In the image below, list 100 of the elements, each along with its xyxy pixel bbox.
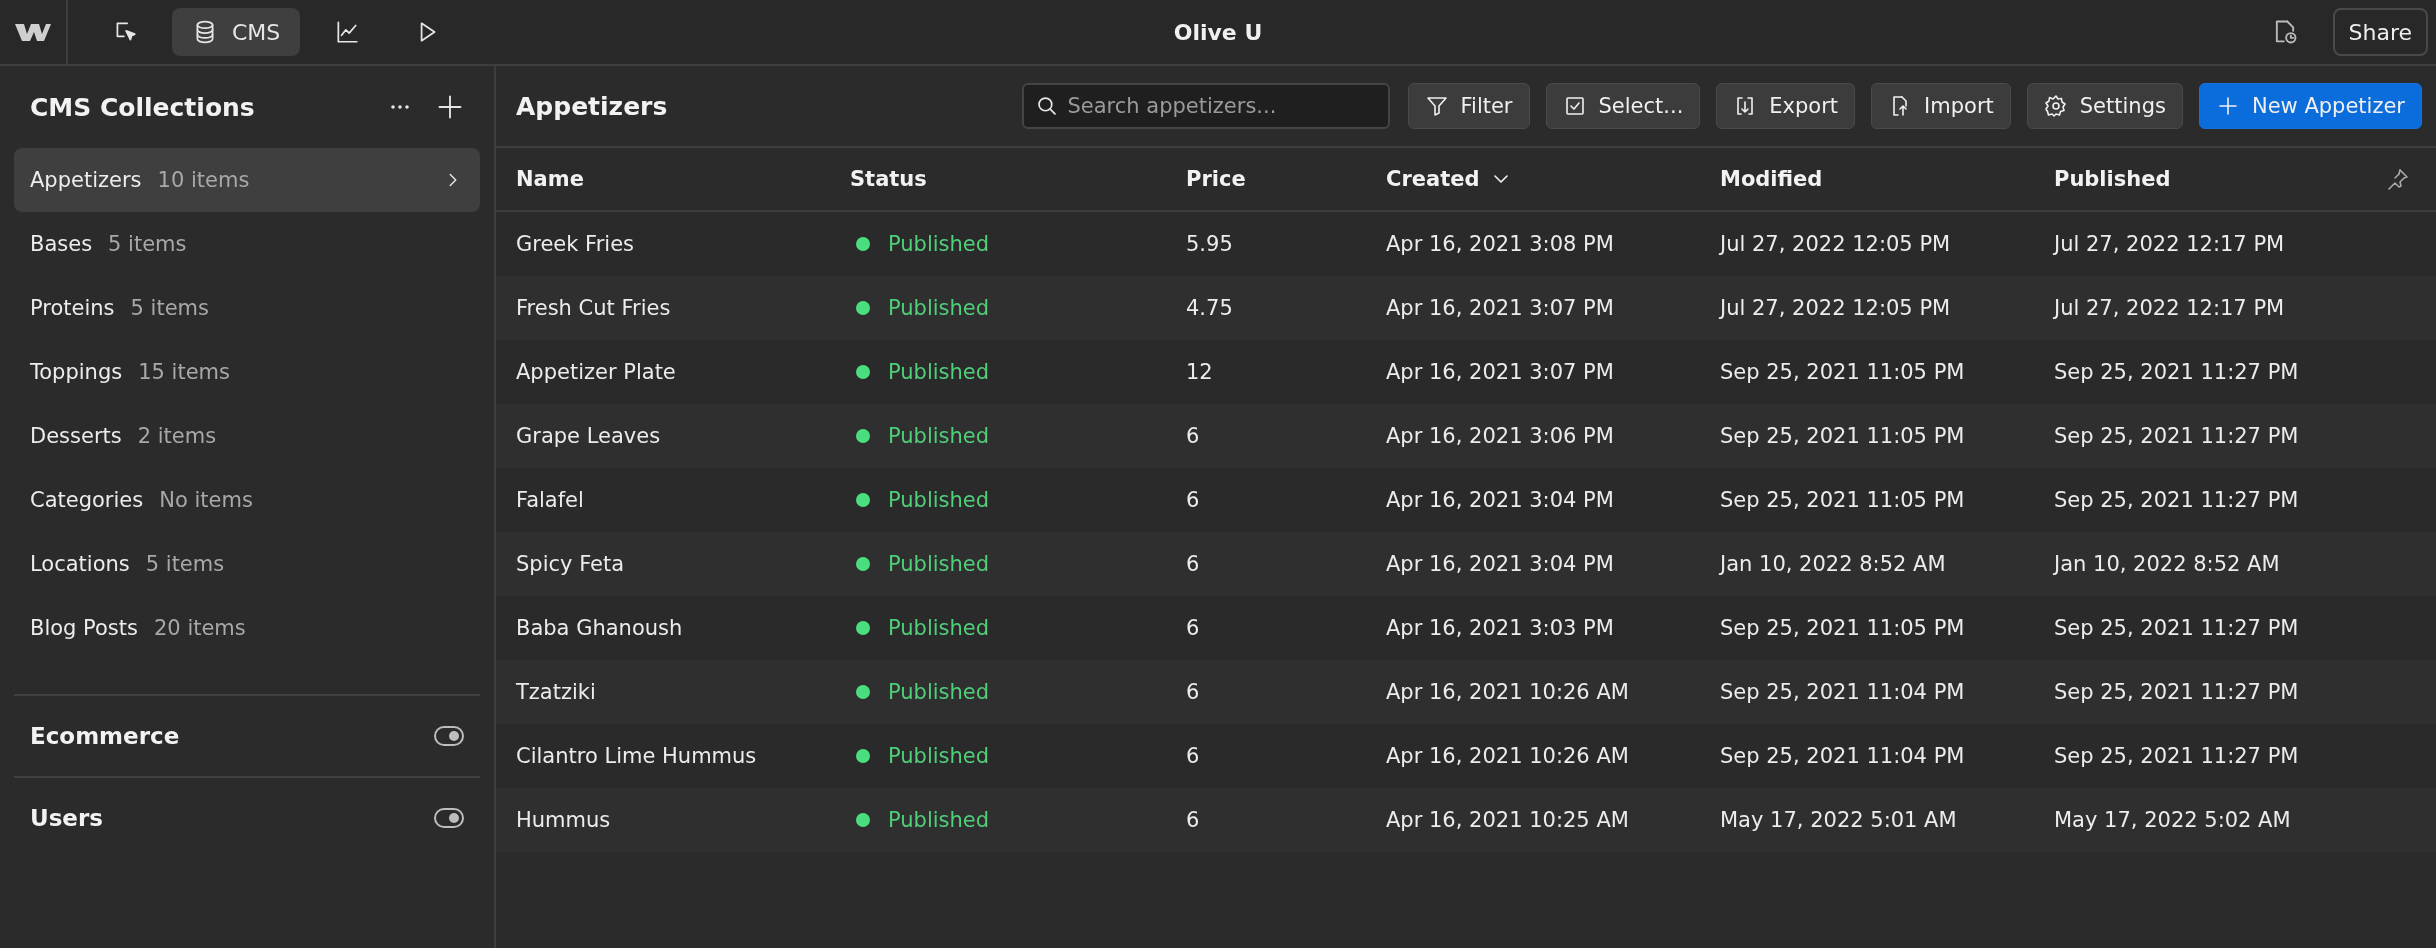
table-cell-text: Jan 10, 2022 8:52 AM: [2054, 552, 2281, 576]
column-header[interactable]: Status: [850, 167, 927, 191]
collection-item[interactable]: Proteins 5 items: [14, 276, 480, 340]
search-field[interactable]: Search appetizers...: [1021, 83, 1390, 129]
table-cell-text: Jul 27, 2022 12:05 PM: [1720, 296, 1952, 320]
table-cell-text: 6: [1186, 808, 1201, 832]
status-text: Published: [888, 808, 990, 832]
collection-item[interactable]: Categories No items: [14, 468, 480, 532]
collection-item[interactable]: Blog Posts 20 items: [14, 596, 480, 660]
table-cell-text: Jul 27, 2022 12:05 PM: [1720, 232, 1952, 256]
table-cell-text: Sep 25, 2021 11:04 PM: [1720, 680, 1966, 704]
select-button[interactable]: Select...: [1545, 83, 1701, 129]
table-cell-text: Sep 25, 2021 11:05 PM: [1720, 616, 1966, 640]
table-cell-text: 5.95: [1186, 232, 1234, 256]
table-cell-text: Apr 16, 2021 3:06 PM: [1386, 424, 1615, 448]
table-cell-text: May 17, 2022 5:01 AM: [1720, 808, 1958, 832]
collection-item[interactable]: Bases 5 items: [14, 212, 480, 276]
table-cell-text: 6: [1186, 680, 1201, 704]
section-title: Ecommerce: [30, 723, 180, 749]
status-text: Published: [888, 680, 990, 704]
table-cell-text: 6: [1186, 616, 1201, 640]
item-count: 5 items: [130, 296, 209, 320]
status-text: Published: [888, 744, 990, 768]
item-count: No items: [159, 488, 253, 512]
table-cell-text: Apr 16, 2021 3:08 PM: [1386, 232, 1615, 256]
table-cell-text: 6: [1186, 488, 1201, 512]
collection-item[interactable]: Appetizers 10 items: [14, 148, 480, 212]
collection-item[interactable]: Locations 5 items: [14, 532, 480, 596]
import-button[interactable]: Import: [1871, 83, 2011, 129]
share-button[interactable]: Share: [2332, 8, 2428, 56]
table-cell-text: Apr 16, 2021 10:26 AM: [1386, 680, 1630, 704]
table-cell-text: Hummus: [516, 808, 612, 832]
table-cell-text: Cilantro Lime Hummus: [516, 744, 758, 768]
status-text: Published: [888, 488, 990, 512]
new-item-button[interactable]: New Appetizer: [2198, 83, 2422, 129]
line-chart-icon: [334, 19, 361, 45]
pin-icon[interactable]: [2386, 167, 2410, 191]
column-header[interactable]: Published: [2054, 167, 2171, 191]
table-cell-text: Greek Fries: [516, 232, 635, 256]
collection-item[interactable]: Toppings 15 items: [14, 340, 480, 404]
table-cell-text: 12: [1186, 360, 1214, 384]
item-count: 10 items: [157, 168, 250, 192]
item-count: 5 items: [108, 232, 187, 256]
item-count: 2 items: [137, 424, 217, 448]
table-cell-text: Sep 25, 2021 11:27 PM: [2054, 680, 2300, 704]
logo-icon[interactable]: [15, 21, 51, 43]
table-cell-text: Apr 16, 2021 10:26 AM: [1386, 744, 1630, 768]
table-cell-text: 6: [1186, 744, 1201, 768]
table-cell-text: Jul 27, 2022 12:17 PM: [2054, 296, 2286, 320]
table-cell-text: Sep 25, 2021 11:04 PM: [1720, 744, 1966, 768]
status-text: Published: [888, 424, 990, 448]
table-cell-text: Sep 25, 2021 11:27 PM: [2054, 360, 2300, 384]
table-cell-text: Sep 25, 2021 11:27 PM: [2054, 424, 2300, 448]
search-icon: [1037, 97, 1056, 115]
table-cell-text: Apr 16, 2021 3:04 PM: [1386, 552, 1615, 576]
project-title: Olive U: [1173, 19, 1263, 45]
collection-name: Appetizers: [30, 168, 142, 192]
table-cell-text: Apr 16, 2021 3:03 PM: [1386, 616, 1615, 640]
column-header[interactable]: Modified: [1720, 167, 1823, 191]
table-cell-text: Sep 25, 2021 11:05 PM: [1720, 424, 1966, 448]
status-text: Published: [888, 360, 990, 384]
sidebar-title: CMS Collections: [30, 92, 255, 122]
table-cell-text: Apr 16, 2021 3:07 PM: [1386, 296, 1615, 320]
sort-chevron-icon: [1493, 175, 1508, 183]
table-cell-text: Sep 25, 2021 11:05 PM: [1720, 360, 1966, 384]
table-cell-text: 6: [1186, 552, 1201, 576]
collection-name: Blog Posts: [30, 616, 138, 640]
collection-item[interactable]: Desserts 2 items: [14, 404, 480, 468]
table-cell-text: Jul 27, 2022 12:17 PM: [2054, 232, 2286, 256]
table-cell-text: Jan 10, 2022 8:52 AM: [1720, 552, 1947, 576]
settings-icon: [2043, 94, 2068, 118]
item-count: 15 items: [138, 360, 230, 384]
table-cell-text: 6: [1186, 424, 1201, 448]
table-cell-text: 4.75: [1186, 296, 1234, 320]
column-header[interactable]: Created: [1386, 167, 1480, 191]
export-button[interactable]: Export: [1716, 83, 1856, 129]
item-count: 20 items: [154, 616, 246, 640]
table-cell-text: Baba Ghanoush: [516, 616, 684, 640]
table-cell-text: Sep 25, 2021 11:27 PM: [2054, 744, 2300, 768]
table-cell-text: Sep 25, 2021 11:27 PM: [2054, 488, 2300, 512]
plus-icon[interactable]: [436, 93, 464, 121]
column-header[interactable]: Name: [516, 167, 584, 191]
table-cell-text: Apr 16, 2021 3:07 PM: [1386, 360, 1615, 384]
collection-name: Bases: [30, 232, 93, 256]
section-title: Users: [30, 805, 103, 831]
cms-tab[interactable]: CMS: [172, 8, 301, 56]
collection-name: Toppings: [30, 360, 123, 384]
toggle-switch[interactable]: [434, 726, 464, 746]
table-cell-text: Grape Leaves: [516, 424, 662, 448]
collection-name: Locations: [30, 552, 130, 576]
table-cell-text: Apr 16, 2021 3:04 PM: [1386, 488, 1615, 512]
toggle-switch[interactable]: [434, 808, 464, 828]
table-cell-text: Tzatziki: [516, 680, 597, 704]
column-header[interactable]: Price: [1186, 167, 1246, 191]
filter-icon: [1424, 94, 1449, 118]
status-text: Published: [888, 232, 990, 256]
collection-name: Categories: [30, 488, 144, 512]
status-text: Published: [888, 552, 990, 576]
filter-button[interactable]: Filter: [1407, 83, 1530, 129]
settings-button[interactable]: Settings: [2026, 83, 2183, 129]
